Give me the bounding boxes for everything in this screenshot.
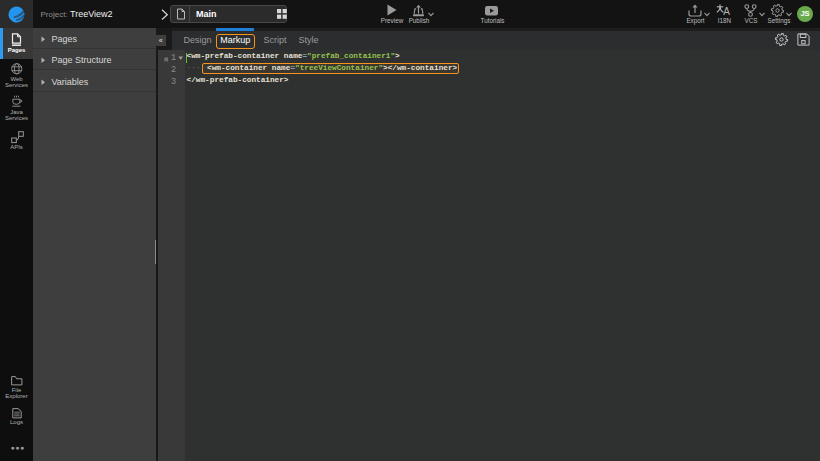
svg-text:A: A <box>723 6 730 17</box>
